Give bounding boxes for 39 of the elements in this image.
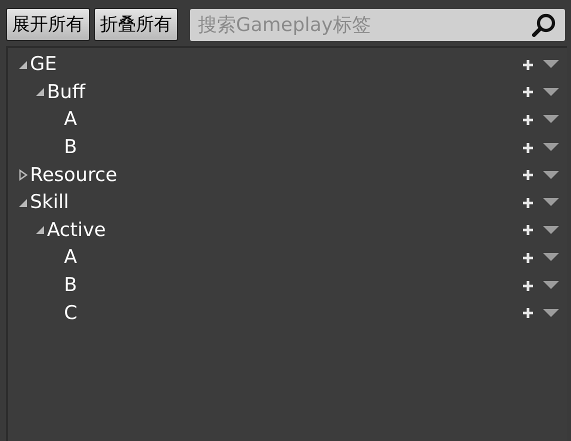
add-icon[interactable] <box>522 58 534 71</box>
tag-label[interactable]: A <box>64 248 77 268</box>
dropdown-arrow-icon[interactable] <box>543 115 559 124</box>
collapsed-triangle-icon[interactable] <box>18 169 28 182</box>
expanded-triangle-icon[interactable] <box>18 198 28 208</box>
dropdown-arrow-icon[interactable] <box>543 170 559 180</box>
add-icon[interactable] <box>522 169 534 182</box>
dropdown-arrow-icon[interactable] <box>543 253 559 262</box>
expanded-triangle-icon[interactable] <box>18 60 28 70</box>
tag-label[interactable]: Buff <box>47 82 86 102</box>
tag-label[interactable]: Resource <box>30 166 118 185</box>
tag-label[interactable]: Active <box>47 220 106 240</box>
tag-label[interactable]: C <box>64 304 78 323</box>
dropdown-arrow-icon[interactable] <box>543 198 559 208</box>
add-icon[interactable] <box>522 307 534 320</box>
tag-label[interactable]: B <box>64 276 78 296</box>
add-icon[interactable] <box>522 86 534 98</box>
search-field[interactable]: 搜索Gameplay标签 <box>190 8 565 40</box>
tag-label[interactable]: Skill <box>30 193 69 212</box>
dropdown-arrow-icon[interactable] <box>543 143 559 152</box>
search-icon[interactable] <box>531 12 557 38</box>
expanded-triangle-icon[interactable] <box>35 87 45 98</box>
toolbar-button[interactable]: 折叠所有 <box>94 8 178 41</box>
expanded-triangle-icon[interactable] <box>35 225 45 236</box>
dropdown-arrow-icon[interactable] <box>543 226 559 235</box>
dropdown-arrow-icon[interactable] <box>543 308 559 318</box>
add-icon[interactable] <box>522 196 534 209</box>
dropdown-arrow-icon[interactable] <box>543 88 559 97</box>
dropdown-arrow-icon[interactable] <box>543 281 559 290</box>
add-icon[interactable] <box>522 142 534 154</box>
add-icon[interactable] <box>522 114 534 126</box>
tag-label[interactable]: B <box>64 138 78 158</box>
add-icon[interactable] <box>522 224 534 236</box>
tag-label[interactable]: A <box>64 110 77 130</box>
dropdown-arrow-icon[interactable] <box>543 60 559 70</box>
tag-label[interactable]: GE <box>30 55 57 74</box>
add-icon[interactable] <box>522 252 534 264</box>
toolbar-button[interactable]: 展开所有 <box>6 8 90 41</box>
add-icon[interactable] <box>522 280 534 292</box>
